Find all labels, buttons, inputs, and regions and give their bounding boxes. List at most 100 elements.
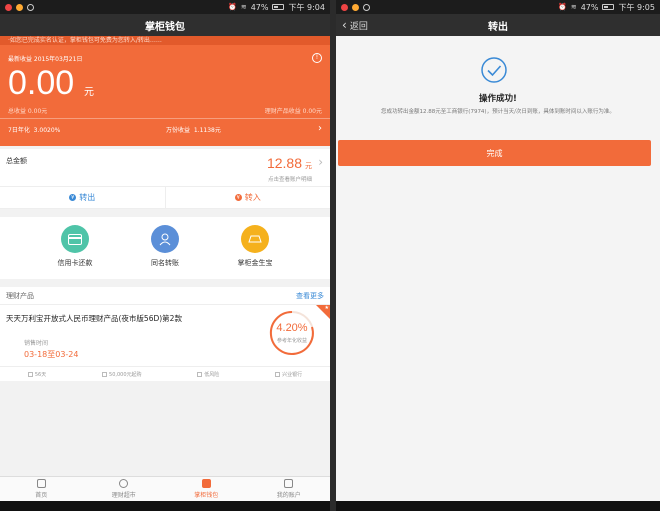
app-notification-icon <box>5 3 12 11</box>
service-same-name-transfer[interactable]: 同名转账 <box>130 225 200 279</box>
attr-bank: 兴业银行 <box>275 371 302 378</box>
product-header: 理财产品 查看更多 <box>0 287 330 305</box>
attr-risk: 低风险 <box>197 371 219 378</box>
page-title: 掌柜钱包 <box>0 14 330 36</box>
chevron-left-icon: ‹ <box>342 18 347 32</box>
transfer-in-label: 转入 <box>244 193 261 202</box>
app-notification-icon <box>16 3 23 11</box>
product-earnings: 理财产品收益 0.00元 <box>264 108 322 115</box>
bank-icon <box>275 371 281 377</box>
service-label: 信用卡还款 <box>57 259 93 267</box>
system-nav-bar <box>336 501 660 511</box>
battery-icon <box>272 4 285 10</box>
latest-earnings-amount: 0.00 <box>8 64 75 102</box>
total-balance-card[interactable]: 总金额 12.88 元 › 点击查看账户明细 <box>0 149 330 187</box>
latest-earnings-unit: 元 <box>84 87 94 98</box>
wallet-icon <box>201 479 211 488</box>
service-label: 同名转账 <box>151 259 179 267</box>
total-earnings: 总收益 0.00元 <box>8 108 48 115</box>
tab-label: 我的账户 <box>276 492 301 499</box>
service-gold[interactable]: 掌柜金生宝 <box>220 225 290 279</box>
earnings-summary: 总收益 0.00元 理财产品收益 0.00元 <box>8 106 322 115</box>
user-transfer-icon <box>151 225 179 253</box>
transfer-in-button[interactable]: ¥ 转入 <box>166 187 331 208</box>
attr-term: 56天 <box>27 371 46 378</box>
product-section-title: 理财产品 <box>6 291 34 300</box>
status-bar: ⏰ ≋ 47% 下午 9:05 <box>336 0 660 14</box>
tab-account[interactable]: 我的账户 <box>248 477 331 501</box>
status-bar: ⏰ ≋ 47% 下午 9:04 <box>0 0 330 14</box>
transfer-out-button[interactable]: ¥ 转出 <box>0 187 166 208</box>
account-detail-hint[interactable]: 点击查看账户明细 <box>268 175 312 183</box>
sale-period-label: 销售时间 <box>24 340 49 347</box>
services-grid: 信用卡还款 同名转账 掌柜金生宝 <box>0 217 330 279</box>
app-notification-icon <box>341 3 348 11</box>
title-text: 转出 <box>488 21 508 33</box>
reference-yield: 4.20% <box>276 322 308 334</box>
yield-row[interactable]: 7日年化 3.0020% 万份收益 1.1138元 › <box>8 123 322 134</box>
chevron-right-icon[interactable]: › <box>318 123 322 134</box>
service-label: 掌柜金生宝 <box>237 259 273 267</box>
tab-market[interactable]: 理财超市 <box>83 477 166 501</box>
app-notification-icon <box>352 3 359 11</box>
product-section: 理财产品 查看更多 天天万利宝开放式人民币理财产品(夜市版56D)第2款 销售时… <box>0 287 330 381</box>
shield-icon <box>27 3 34 11</box>
sale-period: 03-18至03-24 <box>24 350 79 359</box>
view-more-link[interactable]: 查看更多 <box>296 291 324 301</box>
product-name[interactable]: 天天万利宝开放式人民币理财产品(夜市版56D)第2款 <box>6 313 182 324</box>
tab-home[interactable]: 首页 <box>0 477 83 501</box>
total-amount: 12.88 <box>266 155 302 171</box>
wifi-icon: ≋ <box>240 3 247 11</box>
transfer-actions: ¥ 转出 ¥ 转入 <box>0 187 330 209</box>
battery-percent: 47% <box>250 2 269 12</box>
home-icon <box>36 479 46 488</box>
title-text: 掌柜钱包 <box>145 21 185 33</box>
earnings-panel[interactable]: ·如您已完成实名认证，掌柜钱包可免费为您转入/转出…… 最新收益 2015年03… <box>0 36 330 146</box>
clock: 下午 9:04 <box>288 2 325 12</box>
back-label: 返回 <box>349 21 368 32</box>
shield-icon <box>363 3 370 11</box>
notice-ticker[interactable]: ·如您已完成实名认证，掌柜钱包可免费为您转入/转出…… <box>0 36 330 45</box>
clock: 下午 9:05 <box>618 2 655 12</box>
bottom-tab-bar: 首页 理财超市 掌柜钱包 我的账户 <box>0 476 330 501</box>
battery-icon <box>602 4 615 10</box>
battery-percent: 47% <box>580 2 599 12</box>
service-credit-card-repay[interactable]: 信用卡还款 <box>40 225 110 279</box>
seven-day-rate: 7日年化 3.0020% <box>8 127 61 134</box>
tab-wallet[interactable]: 掌柜钱包 <box>165 477 248 501</box>
attr-min-amount: 50,000元起购 <box>102 371 142 378</box>
yuan-icon <box>119 479 129 488</box>
latest-earnings-label: 最新收益 2015年03月21日 <box>8 56 83 63</box>
yuan-icon: ¥ <box>234 194 242 201</box>
credit-card-icon <box>61 225 89 253</box>
lock-icon <box>284 479 294 488</box>
transfer-out-label: 转出 <box>79 193 96 202</box>
check-circle-icon <box>481 57 507 83</box>
done-button[interactable]: 完成 <box>338 140 651 166</box>
product-attributes: 56天 50,000元起购 低风险 兴业银行 <box>0 366 330 381</box>
gold-icon <box>241 225 269 253</box>
alarm-icon: ⏰ <box>228 3 237 11</box>
wallet-screen: ⏰ ≋ 47% 下午 9:04 掌柜钱包 ·如您已完成实名认证，掌柜钱包可免费为… <box>0 0 330 511</box>
money-icon <box>102 371 108 377</box>
wifi-icon: ≋ <box>570 3 577 11</box>
page-title: ‹ 返回 转出 <box>336 14 660 36</box>
back-button[interactable]: ‹ 返回 <box>342 14 368 36</box>
tab-label: 首页 <box>35 492 48 499</box>
alarm-icon: ⏰ <box>558 3 567 11</box>
total-label: 总金额 <box>6 157 27 165</box>
star-icon: ★ <box>324 305 329 311</box>
success-title: 操作成功! <box>479 94 517 104</box>
per-ten-thousand-yield: 万份收益 1.1138元 <box>166 127 221 134</box>
tab-label: 掌柜钱包 <box>194 492 219 499</box>
transfer-out-result-screen: ⏰ ≋ 47% 下午 9:05 ‹ 返回 转出 操作成功! 您成功转出金额12.… <box>336 0 660 511</box>
chevron-right-icon[interactable]: › <box>318 155 323 169</box>
reference-yield-label: 参考年化收益 <box>276 338 307 344</box>
calendar-icon <box>27 371 33 377</box>
tab-label: 理财超市 <box>111 492 136 499</box>
divider <box>0 118 330 119</box>
system-nav-bar <box>0 501 330 511</box>
total-unit: 元 <box>305 162 312 170</box>
info-icon[interactable]: ! <box>312 53 322 63</box>
success-message: 您成功转出金额12.88元至工商银行(7974)，预计当天/次日到账，具体到账时… <box>381 109 615 115</box>
